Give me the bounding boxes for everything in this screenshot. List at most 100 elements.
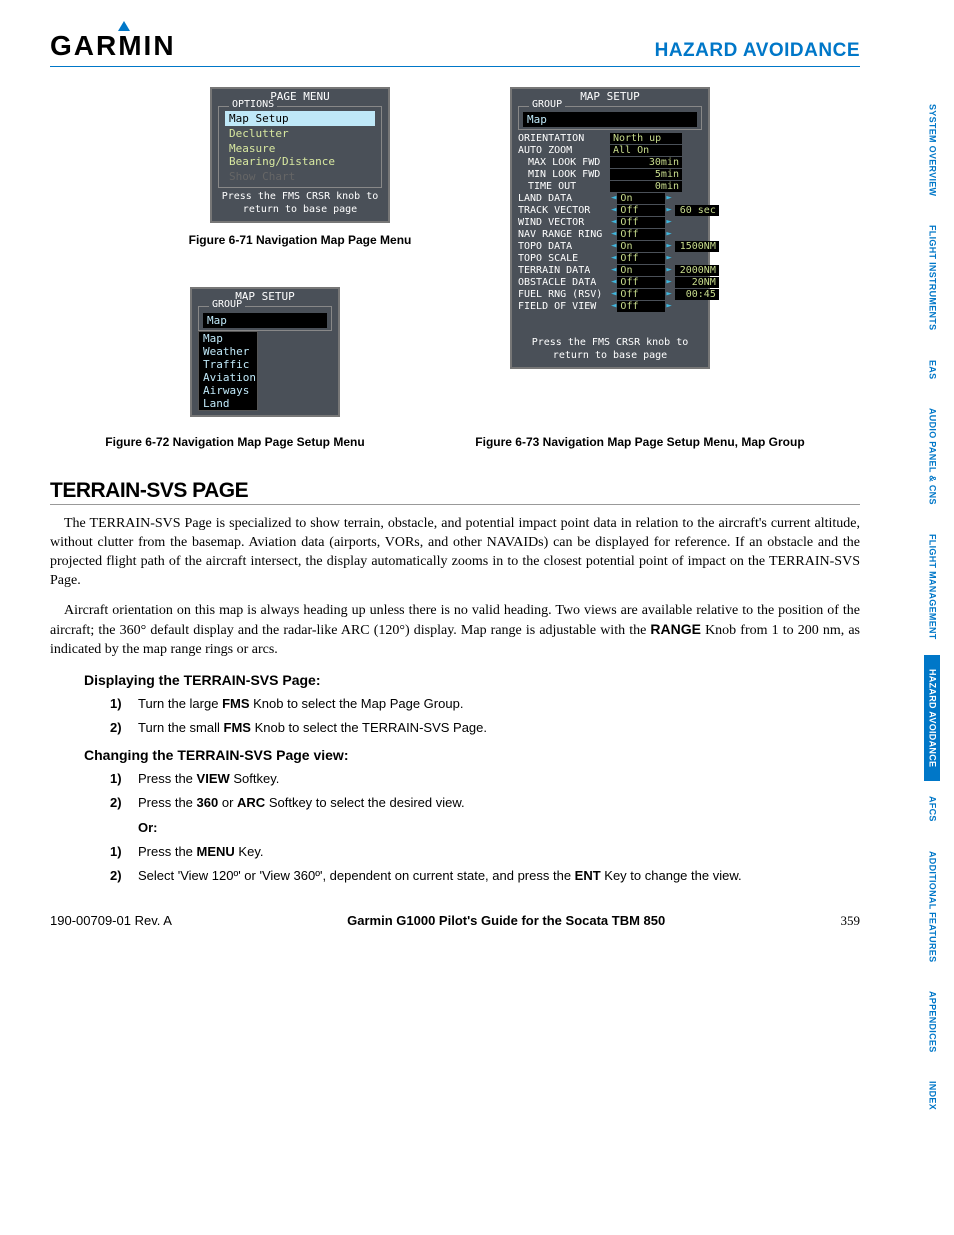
setting-label: MAX LOOK FWD: [518, 157, 610, 168]
dropdown-item[interactable]: Land: [199, 397, 257, 410]
side-tab[interactable]: FLIGHT MANAGEMENT: [924, 520, 940, 655]
dropdown-item[interactable]: Weather: [199, 345, 257, 358]
page-number: 359: [840, 913, 860, 929]
dropdown-item[interactable]: Traffic: [199, 358, 257, 371]
setting-label: TOPO DATA: [518, 241, 610, 252]
group-selected-2[interactable]: Map: [523, 112, 697, 127]
right-arrow-icon[interactable]: ►: [665, 289, 672, 299]
steps-changing-2: 1)Press the MENU Key. 2)Select 'View 120…: [110, 844, 860, 883]
subheading-displaying: Displaying the TERRAIN-SVS Page:: [84, 672, 860, 688]
setting-row[interactable]: FUEL RNG (RSV)◄Off►00:45: [518, 288, 704, 300]
setting-extra: 00:45: [675, 289, 719, 300]
step: 1)Press the VIEW Softkey.: [110, 771, 860, 786]
setting-row[interactable]: MAX LOOK FWD30min: [518, 156, 704, 168]
menu-item-show-chart: Show Chart: [225, 169, 375, 184]
left-arrow-icon[interactable]: ◄: [610, 253, 617, 263]
side-tab[interactable]: APPENDICES: [924, 977, 940, 1068]
setting-label: OBSTACLE DATA: [518, 277, 610, 288]
left-arrow-icon[interactable]: ◄: [610, 193, 617, 203]
setting-row[interactable]: TRACK VECTOR◄Off►60 sec: [518, 204, 704, 216]
map-setup-dropdown-screen: MAP SETUP GROUP Map Map Weather Traffic …: [190, 287, 340, 417]
setting-row[interactable]: OBSTACLE DATA◄Off►20NM: [518, 276, 704, 288]
map-setup-settings-screen: MAP SETUP GROUP Map ORIENTATIONNorth upA…: [510, 87, 710, 369]
body-paragraph-2: Aircraft orientation on this map is alwa…: [50, 602, 860, 661]
setting-extra: 1500NM: [675, 241, 719, 252]
right-arrow-icon[interactable]: ►: [665, 205, 672, 215]
menu-item-measure[interactable]: Measure Bearing/Distance: [225, 141, 375, 169]
setting-value[interactable]: Off: [617, 253, 665, 264]
hint-text-2: Press the FMS CRSR knob to return to bas…: [512, 334, 708, 367]
left-arrow-icon[interactable]: ◄: [610, 217, 617, 227]
section-heading: TERRAIN-SVS PAGE: [50, 479, 860, 505]
setting-label: TOPO SCALE: [518, 253, 610, 264]
side-tab[interactable]: EAS: [924, 346, 940, 394]
left-arrow-icon[interactable]: ◄: [610, 229, 617, 239]
setting-value[interactable]: Off: [617, 277, 665, 288]
setting-value[interactable]: On: [617, 193, 665, 204]
steps-displaying: 1)Turn the large FMS Knob to select the …: [110, 696, 860, 735]
setting-row[interactable]: AUTO ZOOMAll On: [518, 144, 704, 156]
setting-value[interactable]: On: [617, 265, 665, 276]
setting-row[interactable]: MIN LOOK FWD5min: [518, 168, 704, 180]
right-arrow-icon[interactable]: ►: [665, 253, 672, 263]
figure-6-73-caption: Figure 6-73 Navigation Map Page Setup Me…: [475, 435, 804, 449]
left-arrow-icon[interactable]: ◄: [610, 289, 617, 299]
setting-row[interactable]: NAV RANGE RING◄Off►: [518, 228, 704, 240]
body-paragraph-1: The TERRAIN-SVS Page is specialized to s…: [50, 515, 860, 591]
setting-value[interactable]: On: [617, 241, 665, 252]
side-tab[interactable]: AFCS: [924, 782, 940, 837]
right-arrow-icon[interactable]: ►: [665, 265, 672, 275]
setting-value[interactable]: Off: [617, 301, 665, 312]
setting-label: MIN LOOK FWD: [518, 169, 610, 180]
dropdown-item[interactable]: Airways: [199, 384, 257, 397]
logo-triangle-icon: [118, 21, 130, 31]
side-tab[interactable]: SYSTEM OVERVIEW: [924, 90, 940, 211]
group-dropdown[interactable]: Map Weather Traffic Aviation Airways Lan…: [198, 331, 258, 411]
setting-value[interactable]: 30min: [610, 157, 682, 168]
right-arrow-icon[interactable]: ►: [665, 241, 672, 251]
setting-row[interactable]: WIND VECTOR◄Off►: [518, 216, 704, 228]
setting-row[interactable]: ORIENTATIONNorth up: [518, 132, 704, 144]
options-legend: OPTIONS: [229, 99, 277, 110]
left-arrow-icon[interactable]: ◄: [610, 301, 617, 311]
setting-extra: 20NM: [675, 277, 719, 288]
right-arrow-icon[interactable]: ►: [665, 301, 672, 311]
side-tab[interactable]: HAZARD AVOIDANCE: [924, 655, 940, 782]
setting-row[interactable]: LAND DATA◄On►: [518, 192, 704, 204]
menu-item-map-setup[interactable]: Map Setup: [225, 111, 375, 126]
left-arrow-icon[interactable]: ◄: [610, 265, 617, 275]
group-legend: GROUP: [209, 299, 245, 310]
logo-text: GARMIN: [50, 30, 176, 61]
menu-item-declutter[interactable]: Declutter: [225, 126, 375, 141]
side-tab[interactable]: FLIGHT INSTRUMENTS: [924, 211, 940, 345]
setting-row[interactable]: TOPO DATA◄On►1500NM: [518, 240, 704, 252]
setting-row[interactable]: TERRAIN DATA◄On►2000NM: [518, 264, 704, 276]
side-tab[interactable]: INDEX: [924, 1067, 940, 1125]
group-selected[interactable]: Map: [203, 313, 327, 328]
dropdown-item[interactable]: Aviation: [199, 371, 257, 384]
right-arrow-icon[interactable]: ►: [665, 277, 672, 287]
setting-value[interactable]: All On: [610, 145, 682, 156]
setting-label: TIME OUT: [518, 181, 610, 192]
setting-row[interactable]: FIELD OF VIEW◄Off►: [518, 300, 704, 312]
right-arrow-icon[interactable]: ►: [665, 193, 672, 203]
right-arrow-icon[interactable]: ►: [665, 229, 672, 239]
side-tab[interactable]: ADDITIONAL FEATURES: [924, 837, 940, 977]
setting-row[interactable]: TOPO SCALE◄Off►: [518, 252, 704, 264]
setting-extra: 2000NM: [675, 265, 719, 276]
setting-value[interactable]: 5min: [610, 169, 682, 180]
left-arrow-icon[interactable]: ◄: [610, 277, 617, 287]
setting-value[interactable]: Off: [617, 217, 665, 228]
setting-value[interactable]: 0min: [610, 181, 682, 192]
dropdown-item[interactable]: Map: [199, 332, 257, 345]
setting-value[interactable]: Off: [617, 229, 665, 240]
left-arrow-icon[interactable]: ◄: [610, 241, 617, 251]
side-tab[interactable]: AUDIO PANEL & CNS: [924, 394, 940, 520]
setting-value[interactable]: North up: [610, 133, 682, 144]
left-arrow-icon[interactable]: ◄: [610, 205, 617, 215]
setting-value[interactable]: Off: [617, 205, 665, 216]
setting-extra: 60 sec: [675, 205, 719, 216]
setting-row[interactable]: TIME OUT0min: [518, 180, 704, 192]
setting-value[interactable]: Off: [617, 289, 665, 300]
right-arrow-icon[interactable]: ►: [665, 217, 672, 227]
